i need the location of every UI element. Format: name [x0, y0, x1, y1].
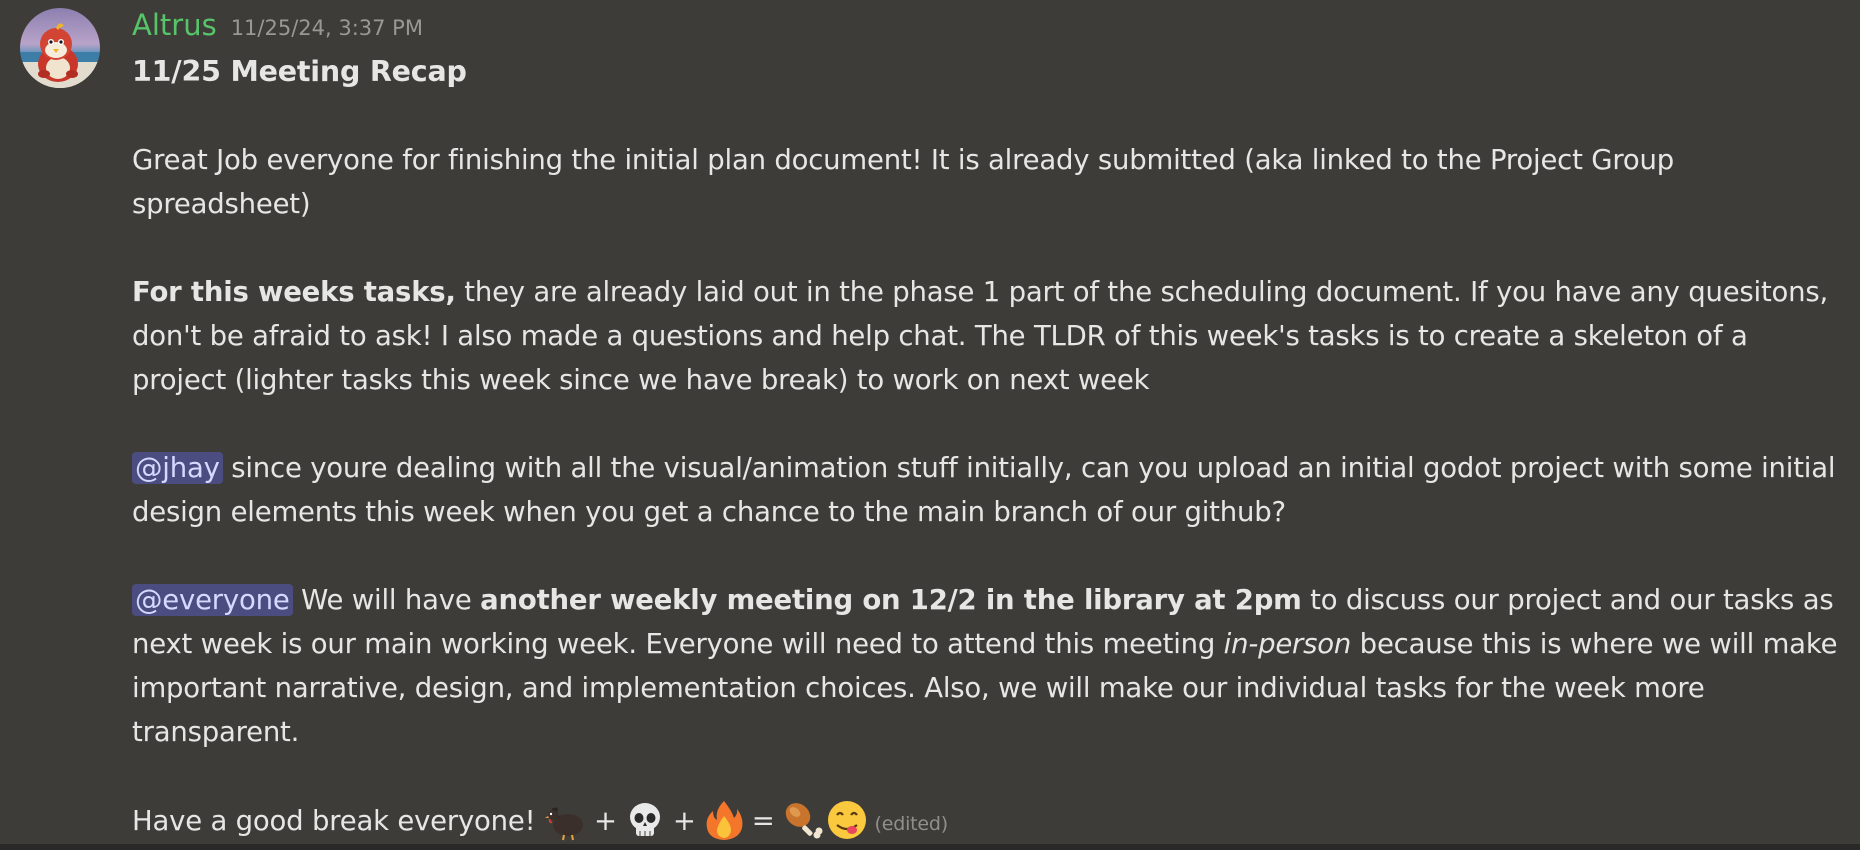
weekly-tasks-bold: For this weeks tasks, — [132, 276, 456, 308]
plus-sign-1: + — [594, 805, 617, 837]
yum-face-emoji-icon[interactable] — [825, 798, 869, 842]
skull-emoji-icon[interactable] — [623, 798, 667, 842]
message-title: 11/25 Meeting Recap — [132, 55, 467, 88]
paragraph-weekly-tasks: For this weeks tasks, they are already l… — [132, 270, 1844, 402]
in-person-italic: in-person — [1223, 628, 1352, 660]
good-break-text: Have a good break everyone! — [132, 805, 544, 837]
message-header: Altrus 11/25/24, 3:37 PM — [132, 4, 1844, 50]
fire-emoji-icon[interactable] — [702, 798, 746, 842]
message-content: Altrus 11/25/24, 3:37 PM 11/25 Meeting R… — [132, 4, 1844, 846]
bottom-divider — [0, 844, 1860, 850]
paragraph-meeting-announcement: @everyone We will have another weekly me… — [132, 578, 1844, 754]
timestamp: 11/25/24, 3:37 PM — [230, 16, 423, 40]
jhay-request-text: since youre dealing with all the visual/… — [132, 452, 1836, 528]
edited-label: (edited) — [874, 813, 949, 835]
meeting-text-1: We will have — [292, 584, 481, 616]
avatar[interactable] — [20, 8, 100, 88]
mention-everyone[interactable]: @everyone — [132, 584, 293, 616]
mention-jhay[interactable]: @jhay — [132, 452, 223, 484]
avatar-character-icon — [20, 8, 100, 88]
chat-message: Altrus 11/25/24, 3:37 PM 11/25 Meeting R… — [0, 0, 1860, 850]
poultry-leg-emoji-icon[interactable] — [781, 798, 825, 842]
meeting-details-bold: another weekly meeting on 12/2 in the li… — [480, 584, 1302, 616]
paragraph-good-break: Have a good break everyone! + + = (edited) — [132, 798, 1844, 846]
paragraph-jhay-request: @jhay since youre dealing with all the v… — [132, 446, 1844, 534]
plus-sign-2: + — [672, 805, 696, 837]
username[interactable]: Altrus — [132, 8, 217, 42]
turkey-emoji-icon[interactable] — [544, 798, 588, 842]
message-body: 11/25 Meeting Recap Great Job everyone f… — [132, 50, 1844, 846]
equals-sign: = — [751, 805, 775, 837]
paragraph-plan-submitted: Great Job everyone for finishing the ini… — [132, 144, 1674, 220]
